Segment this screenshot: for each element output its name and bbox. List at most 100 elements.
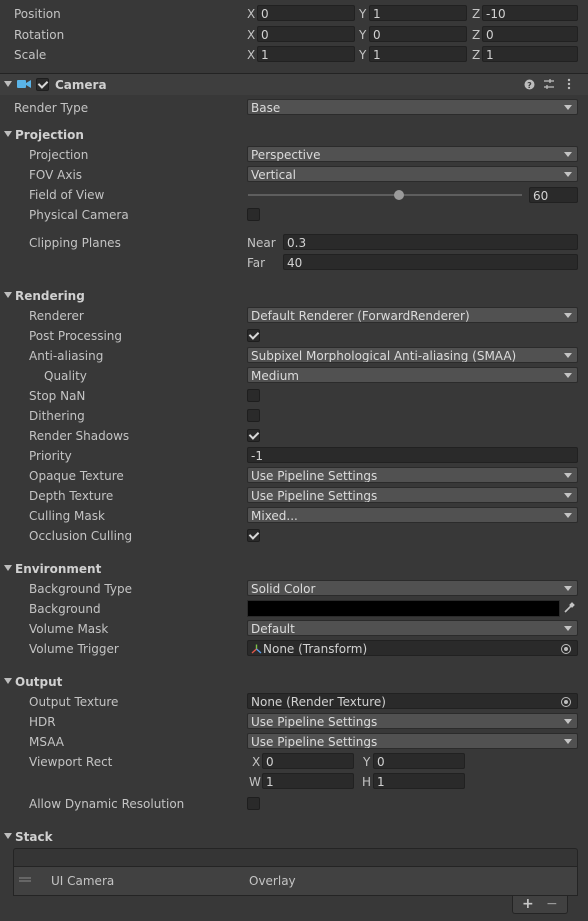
far-label[interactable]: Far bbox=[247, 255, 265, 271]
output-texture-field[interactable]: None (Render Texture) bbox=[247, 693, 578, 709]
viewport-rect-label: Viewport Rect bbox=[29, 755, 113, 769]
rotation-x-field[interactable]: 0 bbox=[257, 26, 355, 42]
viewport-x-field[interactable]: 0 bbox=[262, 753, 354, 769]
dropdown-arrow-icon bbox=[564, 353, 572, 358]
quality-dropdown[interactable]: Medium bbox=[247, 367, 578, 383]
eyedropper-icon[interactable] bbox=[563, 602, 575, 614]
background-type-value: Solid Color bbox=[251, 582, 316, 596]
quality-value: Medium bbox=[251, 369, 299, 383]
position-y-axis[interactable]: Y bbox=[359, 6, 366, 22]
scale-y-axis[interactable]: Y bbox=[359, 47, 366, 63]
output-header[interactable]: Output bbox=[15, 674, 62, 690]
renderer-dropdown[interactable]: Default Renderer (ForwardRenderer) bbox=[247, 307, 578, 323]
foldout-arrow-icon[interactable] bbox=[4, 81, 12, 87]
background-type-dropdown[interactable]: Solid Color bbox=[247, 580, 578, 596]
projection-header[interactable]: Projection bbox=[15, 127, 84, 143]
hdr-dropdown[interactable]: Use Pipeline Settings bbox=[247, 713, 578, 729]
dropdown-arrow-icon bbox=[564, 719, 572, 724]
rotation-y-field[interactable]: 0 bbox=[369, 26, 467, 42]
renderer-label: Renderer bbox=[29, 309, 84, 323]
scale-label: Scale bbox=[14, 48, 47, 62]
position-y-field[interactable]: 1 bbox=[369, 5, 467, 21]
fov-axis-dropdown[interactable]: Vertical bbox=[247, 166, 578, 182]
depth-texture-value: Use Pipeline Settings bbox=[251, 489, 378, 503]
object-picker-icon[interactable] bbox=[561, 644, 571, 654]
scale-x-axis[interactable]: X bbox=[247, 47, 255, 63]
stack-list: UI Camera Overlay bbox=[13, 867, 578, 896]
field-of-view-slider-thumb[interactable] bbox=[393, 190, 404, 200]
viewport-y-field[interactable]: 0 bbox=[373, 753, 465, 769]
anti-aliasing-dropdown[interactable]: Subpixel Morphological Anti-aliasing (SM… bbox=[247, 347, 578, 363]
viewport-w-field[interactable]: 1 bbox=[262, 773, 354, 789]
stack-item-name: UI Camera bbox=[51, 874, 115, 888]
projection-label: Projection bbox=[29, 148, 89, 162]
opaque-texture-dropdown[interactable]: Use Pipeline Settings bbox=[247, 467, 578, 483]
dropdown-arrow-icon bbox=[564, 493, 572, 498]
dithering-checkbox[interactable] bbox=[247, 409, 260, 422]
rotation-z-axis[interactable]: Z bbox=[472, 27, 480, 43]
projection-dropdown[interactable]: Perspective bbox=[247, 146, 578, 162]
position-x-axis[interactable]: X bbox=[247, 6, 255, 22]
object-picker-icon[interactable] bbox=[561, 697, 571, 707]
dropdown-arrow-icon bbox=[564, 473, 572, 478]
stack-list-item[interactable]: UI Camera Overlay bbox=[14, 869, 577, 891]
render-type-dropdown[interactable]: Base bbox=[247, 99, 578, 115]
field-of-view-field[interactable]: 60 bbox=[529, 187, 578, 203]
environment-header[interactable]: Environment bbox=[15, 561, 101, 577]
environment-foldout-icon[interactable] bbox=[4, 565, 12, 571]
position-z-axis[interactable]: Z bbox=[472, 6, 480, 22]
output-texture-value: None (Render Texture) bbox=[251, 695, 386, 709]
viewport-w-axis[interactable]: W bbox=[249, 774, 261, 790]
stack-remove-button[interactable]: − bbox=[546, 896, 558, 912]
scale-y-field[interactable]: 1 bbox=[369, 46, 467, 62]
stack-header[interactable]: Stack bbox=[15, 829, 53, 845]
post-processing-checkbox[interactable] bbox=[247, 329, 260, 342]
physical-camera-checkbox[interactable] bbox=[247, 208, 260, 221]
occlusion-culling-label: Occlusion Culling bbox=[29, 529, 133, 543]
allow-dynamic-resolution-checkbox[interactable] bbox=[247, 797, 260, 810]
field-of-view-slider-track[interactable] bbox=[248, 194, 522, 196]
rotation-label: Rotation bbox=[14, 28, 65, 42]
drag-handle-icon[interactable] bbox=[19, 877, 31, 883]
projection-foldout-icon[interactable] bbox=[4, 131, 12, 137]
scale-z-axis[interactable]: Z bbox=[472, 47, 480, 63]
priority-label: Priority bbox=[29, 449, 72, 463]
background-color-swatch[interactable] bbox=[247, 600, 560, 617]
near-label[interactable]: Near bbox=[247, 235, 276, 251]
help-icon[interactable]: ? bbox=[524, 79, 535, 90]
stack-foldout-icon[interactable] bbox=[4, 833, 12, 839]
rendering-header[interactable]: Rendering bbox=[15, 288, 85, 304]
far-field[interactable]: 40 bbox=[283, 254, 578, 270]
scale-x-field[interactable]: 1 bbox=[257, 46, 355, 62]
transform-icon bbox=[251, 644, 262, 654]
kebab-menu-icon[interactable] bbox=[566, 78, 572, 90]
output-texture-label: Output Texture bbox=[29, 695, 119, 709]
presets-icon[interactable] bbox=[543, 78, 555, 90]
output-foldout-icon[interactable] bbox=[4, 678, 12, 684]
field-of-view-label: Field of View bbox=[29, 188, 105, 202]
viewport-y-axis[interactable]: Y bbox=[363, 754, 370, 770]
viewport-h-axis[interactable]: H bbox=[362, 774, 371, 790]
rotation-z-field[interactable]: 0 bbox=[482, 26, 578, 42]
depth-texture-dropdown[interactable]: Use Pipeline Settings bbox=[247, 487, 578, 503]
projection-value: Perspective bbox=[251, 148, 321, 162]
stop-nan-checkbox[interactable] bbox=[247, 389, 260, 402]
position-z-field[interactable]: -10 bbox=[482, 5, 578, 21]
occlusion-culling-checkbox[interactable] bbox=[247, 529, 260, 542]
volume-mask-dropdown[interactable]: Default bbox=[247, 620, 578, 636]
scale-z-field[interactable]: 1 bbox=[482, 46, 578, 62]
camera-enabled-checkbox[interactable] bbox=[36, 78, 49, 91]
culling-mask-dropdown[interactable]: Mixed... bbox=[247, 507, 578, 523]
rotation-x-axis[interactable]: X bbox=[247, 27, 255, 43]
viewport-h-field[interactable]: 1 bbox=[373, 773, 465, 789]
position-x-field[interactable]: 0 bbox=[257, 5, 355, 21]
msaa-dropdown[interactable]: Use Pipeline Settings bbox=[247, 733, 578, 749]
volume-trigger-field[interactable]: None (Transform) bbox=[247, 640, 578, 656]
rotation-y-axis[interactable]: Y bbox=[359, 27, 366, 43]
stack-add-button[interactable]: + bbox=[522, 896, 534, 912]
priority-field[interactable]: -1 bbox=[247, 447, 578, 463]
viewport-x-axis[interactable]: X bbox=[252, 754, 260, 770]
near-field[interactable]: 0.3 bbox=[283, 234, 578, 250]
render-shadows-checkbox[interactable] bbox=[247, 429, 260, 442]
rendering-foldout-icon[interactable] bbox=[4, 292, 12, 298]
